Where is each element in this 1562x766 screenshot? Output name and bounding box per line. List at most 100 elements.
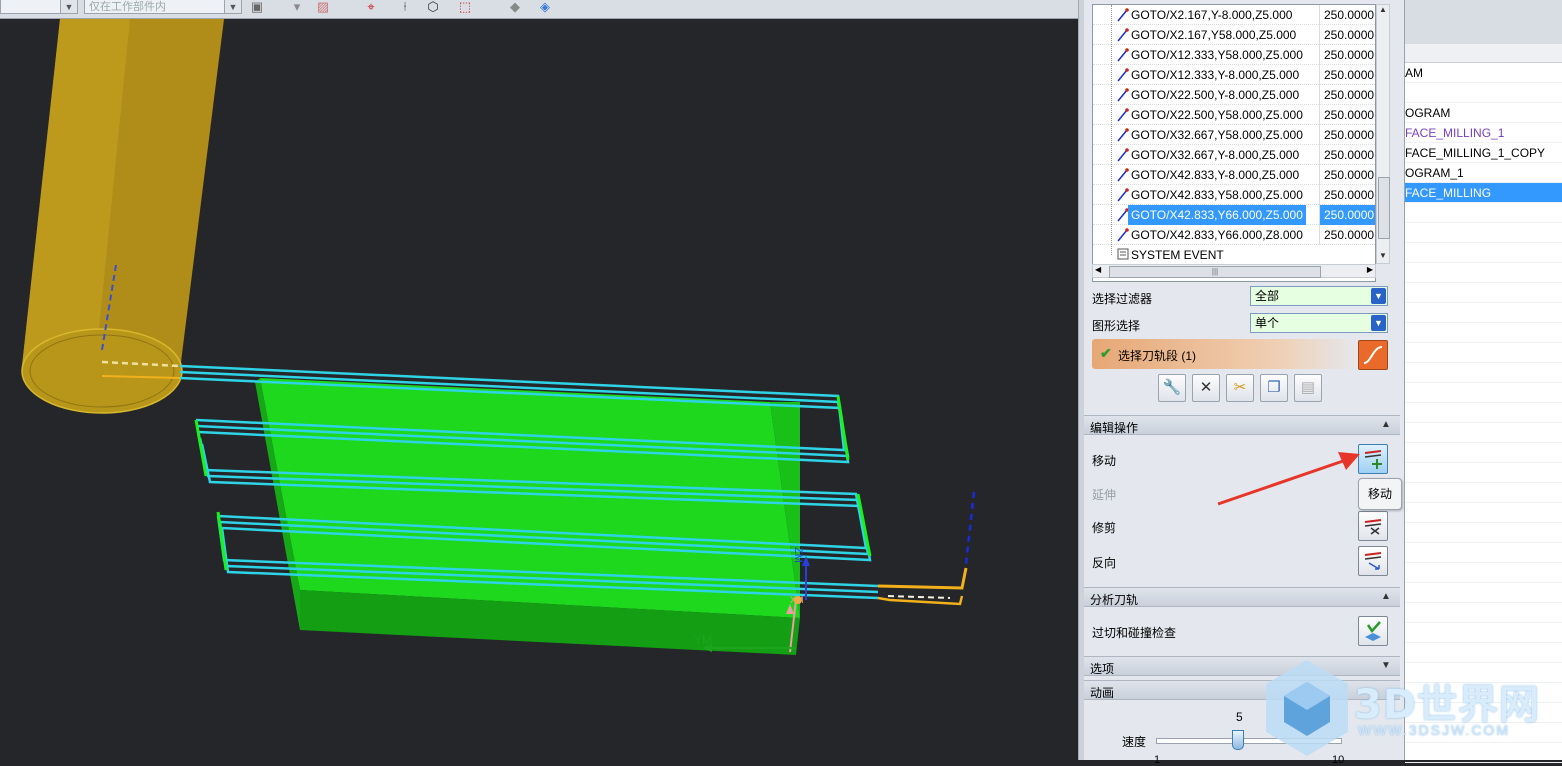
- tree-row-value: 250.0000: [1319, 125, 1375, 145]
- scroll-up-icon[interactable]: ▲: [1377, 5, 1389, 17]
- toolbar-combo-1[interactable]: ▼: [0, 0, 78, 14]
- delete-icon[interactable]: ✕: [1192, 374, 1220, 402]
- chevron-down-icon: ▼: [224, 0, 241, 13]
- motion-icon: [1117, 148, 1129, 162]
- move-label: 移动: [1092, 454, 1117, 468]
- collapse-icon[interactable]: ▲: [1378, 589, 1394, 605]
- filter-value: 全部: [1255, 289, 1280, 303]
- tree-row[interactable]: GOTO/X32.667,Y-8.000,Z5.000 250.0000: [1093, 145, 1375, 165]
- navigator-empty-row: [1405, 543, 1562, 563]
- navigator-empty-row: [1405, 343, 1562, 363]
- trim-button[interactable]: [1358, 511, 1388, 541]
- scroll-right-icon[interactable]: ▶: [1367, 265, 1373, 274]
- reverse-icon: [1364, 552, 1382, 570]
- filter-select[interactable]: 全部 ▼: [1250, 286, 1388, 306]
- annotation-arrow: [1217, 452, 1360, 506]
- speed-slider-thumb[interactable]: [1232, 730, 1244, 750]
- scroll-left-icon[interactable]: ◀: [1095, 265, 1101, 274]
- tree-row-label: GOTO/X32.667,Y58.000,Z5.000: [1131, 128, 1303, 142]
- edit-ops-header[interactable]: 编辑操作 ▲: [1084, 415, 1400, 435]
- tree-row[interactable]: GOTO/X2.167,Y-8.000,Z5.000 250.0000: [1093, 5, 1375, 25]
- scroll-thumb[interactable]: |||: [1109, 266, 1321, 278]
- tree-row[interactable]: GOTO/X42.833,Y58.000,Z5.000 250.0000: [1093, 185, 1375, 205]
- tree-row[interactable]: GOTO/X42.833,Y66.000,Z5.000 250.0000: [1093, 205, 1375, 225]
- analyze-header[interactable]: 分析刀轨 ▲: [1084, 587, 1400, 607]
- wrench-icon[interactable]: 🔧: [1158, 374, 1186, 402]
- navigator-empty-row: [1405, 583, 1562, 603]
- graphics-viewport[interactable]: YM ZM XM: [0, 19, 1078, 760]
- navigator-empty-row: [1405, 443, 1562, 463]
- gouge-check-button[interactable]: [1358, 616, 1388, 646]
- scroll-down-icon[interactable]: ▼: [1377, 251, 1389, 263]
- type-filter-icon[interactable]: ▨: [314, 0, 332, 16]
- tree-row-label: GOTO/X42.833,Y-8.000,Z5.000: [1131, 168, 1300, 182]
- rectangle-select-icon[interactable]: ⬚: [456, 0, 474, 16]
- navigator-empty-row: [1405, 483, 1562, 503]
- watermark: 3D世界网 WWW.3DSJW.COM: [1262, 656, 1562, 760]
- trim-icon: [1364, 519, 1382, 535]
- filter-icon[interactable]: ▾: [288, 0, 306, 16]
- tree-row-label: GOTO/X32.667,Y-8.000,Z5.000: [1131, 148, 1300, 162]
- tree-vertical-scrollbar[interactable]: ▲ ▼: [1376, 4, 1390, 264]
- tool-path-edit-dialog: GOTO/X2.167,Y-8.000,Z5.000 250.0000 GOTO/X…: [1084, 0, 1404, 766]
- navigator-empty-row: [1405, 203, 1562, 223]
- tree-row[interactable]: GOTO/X22.500,Y58.000,Z5.000 250.0000: [1093, 105, 1375, 125]
- copy-icon[interactable]: ❐: [1260, 374, 1288, 402]
- navigator-empty-row: [1405, 423, 1562, 443]
- navigator-empty-row: [1405, 383, 1562, 403]
- tree-row-label: GOTO/X22.500,Y-8.000,Z5.000: [1131, 88, 1300, 102]
- tree-row-label: SYSTEM EVENT: [1131, 248, 1224, 262]
- tree-row-value: 250.0000: [1319, 45, 1375, 65]
- navigator-empty-row: [1405, 603, 1562, 623]
- reverse-button[interactable]: [1358, 546, 1388, 576]
- navigator-row[interactable]: OGRAM: [1405, 103, 1562, 123]
- collision-check-icon: [1365, 621, 1381, 641]
- shaded-cube-icon[interactable]: ◆: [506, 0, 524, 16]
- motion-icon: [1117, 68, 1129, 82]
- tree-row[interactable]: GOTO/X12.333,Y-8.000,Z5.000 250.0000: [1093, 65, 1375, 85]
- scroll-thumb[interactable]: [1378, 177, 1390, 239]
- navigator-empty-row: [1405, 563, 1562, 583]
- tree-row-value: 250.0000: [1319, 105, 1375, 125]
- cube-icon[interactable]: ◈: [536, 0, 554, 16]
- snap-icon[interactable]: ▣: [248, 0, 266, 16]
- check-icon: ✔: [1100, 345, 1112, 361]
- tree-row[interactable]: GOTO/X32.667,Y58.000,Z5.000 250.0000: [1093, 125, 1375, 145]
- navigator-row[interactable]: FACE_MILLING_1: [1405, 123, 1562, 143]
- tree-row-label: GOTO/X12.333,Y-8.000,Z5.000: [1131, 68, 1300, 82]
- tree-row[interactable]: SYSTEM EVENT: [1093, 245, 1375, 265]
- tree-row-label: GOTO/X42.833,Y58.000,Z5.000: [1131, 188, 1303, 202]
- collapse-icon[interactable]: ▲: [1378, 417, 1394, 433]
- navigator-row[interactable]: OGRAM_1: [1405, 163, 1562, 183]
- graphic-select[interactable]: 单个 ▼: [1250, 313, 1388, 333]
- motion-icon: [1117, 48, 1129, 62]
- hexagon-select-icon[interactable]: ⬡: [424, 0, 442, 16]
- cut-icon[interactable]: ✂: [1226, 374, 1254, 402]
- navigator-row[interactable]: AM: [1405, 63, 1562, 83]
- tree-row[interactable]: GOTO/X2.167,Y58.000,Z5.000 250.0000: [1093, 25, 1375, 45]
- navigator-row[interactable]: FACE_MILLING: [1405, 183, 1562, 203]
- select-segment-row[interactable]: ✔ 选择刀轨段 (1): [1092, 339, 1360, 369]
- select-segment-button[interactable]: [1358, 340, 1388, 370]
- point-icon[interactable]: ⍿: [396, 0, 414, 16]
- tree-row[interactable]: GOTO/X22.500,Y-8.000,Z5.000 250.0000: [1093, 85, 1375, 105]
- graphic-select-value: 单个: [1255, 316, 1280, 330]
- selection-scope-text: 仅在工作部件内: [89, 1, 166, 13]
- tree-row[interactable]: GOTO/X12.333,Y58.000,Z5.000 250.0000: [1093, 45, 1375, 65]
- navigator-toolbar: [1405, 0, 1562, 44]
- navigator-empty-row: [1405, 623, 1562, 643]
- tree-horizontal-scrollbar[interactable]: ◀ ||| ▶: [1092, 264, 1376, 278]
- crosshair-icon[interactable]: ⌖: [362, 0, 380, 16]
- selection-scope-combo[interactable]: 仅在工作部件内 ▼: [84, 0, 242, 14]
- tree-row[interactable]: GOTO/X42.833,Y-8.000,Z5.000 250.0000: [1093, 165, 1375, 185]
- paste-icon[interactable]: ▤: [1294, 374, 1322, 402]
- path-event-tree[interactable]: GOTO/X2.167,Y-8.000,Z5.000 250.0000 GOTO/X…: [1092, 4, 1376, 282]
- tree-row-label: GOTO/X2.167,Y-8.000,Z5.000: [1131, 8, 1293, 22]
- navigator-row[interactable]: [1405, 83, 1562, 103]
- motion-icon: [1117, 108, 1129, 122]
- tree-row-label: GOTO/X12.333,Y58.000,Z5.000: [1131, 48, 1303, 62]
- navigator-empty-row: [1405, 223, 1562, 243]
- tree-row-value: 250.0000: [1319, 225, 1375, 245]
- navigator-row[interactable]: FACE_MILLING_1_COPY: [1405, 143, 1562, 163]
- tree-row[interactable]: GOTO/X42.833,Y66.000,Z8.000 250.0000: [1093, 225, 1375, 245]
